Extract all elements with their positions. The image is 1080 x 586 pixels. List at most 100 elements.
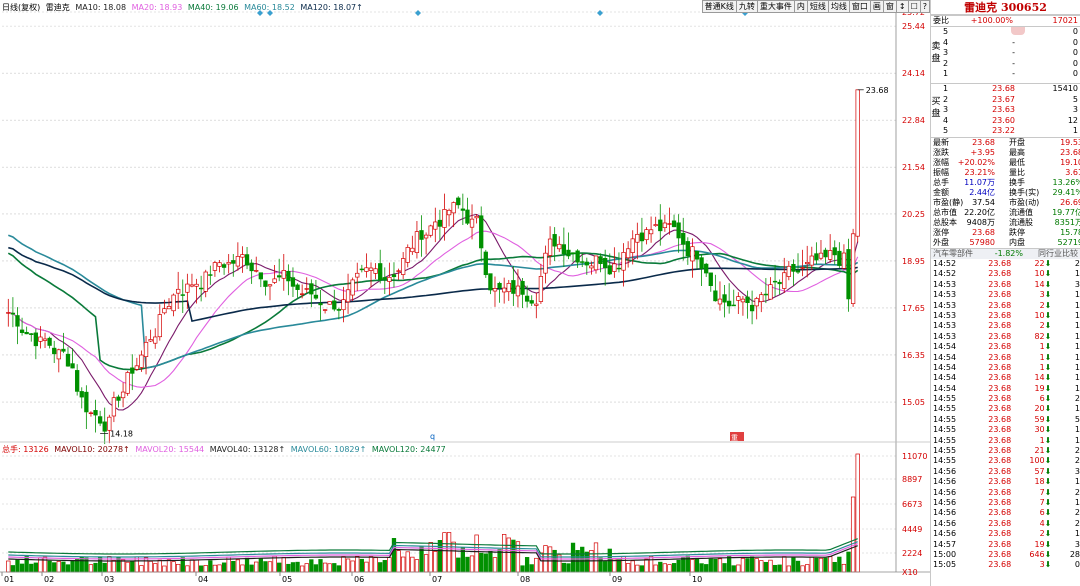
tick-time: 14:53 (933, 279, 957, 289)
volume-bar (717, 558, 723, 573)
sell-2-row[interactable]: 2-0 (931, 59, 1080, 70)
quote-label: 总市值 (933, 208, 957, 217)
buy-2-row[interactable]: 2 23.67 5 (931, 95, 1080, 106)
candle-body (584, 261, 589, 266)
major-event-button[interactable]: 重大事件 (756, 0, 795, 13)
candle-body (332, 300, 337, 310)
volume-bar (10, 565, 16, 573)
quote-label: 涨跌 (933, 148, 949, 157)
arrow-down-icon: ⬇ (1044, 466, 1052, 476)
inner-button[interactable]: 内 (793, 0, 808, 13)
tick-volume: 14 (1034, 373, 1045, 383)
candle-body (754, 298, 759, 307)
quote-value: 15.78 (1060, 228, 1080, 237)
volume-bar (616, 559, 622, 573)
candle-body (850, 233, 856, 304)
short-line-button[interactable]: 短线 (806, 0, 829, 13)
volume-bar (410, 556, 415, 573)
sector-compare-link[interactable]: 同行业比较 (1023, 249, 1080, 259)
ma10-line (8, 213, 859, 411)
volume-bar (327, 563, 332, 573)
tick-row: 14:52 23.68 10 ⬇ 1 (931, 269, 1080, 279)
sell-5-row[interactable]: 5-0 (931, 27, 1080, 38)
quote-value: 23.21% (964, 168, 995, 177)
volume-bar (446, 532, 452, 573)
tick-volume: 4 (1039, 518, 1045, 528)
volume-bar (423, 554, 429, 573)
candle-body (364, 267, 369, 272)
volume-bar (662, 563, 668, 573)
legend-mavol40: MAVOL40: 13128↑ (209, 445, 286, 454)
chart-pane[interactable]: 25.7225.4424.1422.8421.5420.2518.9517.65… (0, 0, 930, 586)
candle-body (625, 248, 631, 259)
time-tick-label: 01 (4, 575, 14, 584)
arrow-down-icon: ⬇ (1044, 373, 1052, 383)
candle-body (433, 221, 438, 230)
candle-body (648, 229, 654, 235)
buy-5-row[interactable]: 5 23.22 1 (931, 126, 1080, 137)
volume-bar (414, 559, 420, 573)
buy-3-row[interactable]: 3 23.63 3 (931, 105, 1080, 116)
nine-turn-button[interactable]: 九转 (735, 0, 758, 13)
high-label: 23.68 (866, 86, 889, 95)
tick-price: 23.68 (988, 310, 1012, 320)
candle-body (428, 225, 433, 236)
sell-4-row[interactable]: 4-0 (931, 38, 1080, 49)
tick-row: 14:55 23.68 6 ⬇ 2 (931, 394, 1080, 404)
volume-bar (433, 551, 438, 573)
main-legend: 日线(复权) 雷迪克 MA10: 18.08 MA20: 18.93 MA40:… (2, 2, 366, 13)
price-tick-label: 22.84 (902, 116, 925, 125)
tick-row: 14:53 23.68 2 ⬇ 1 (931, 301, 1080, 311)
buy-book: 买盘 1 23.68 15410 2 23.67 5 3 23.63 3 4 23.60 12 … (931, 83, 1080, 137)
sell-1-row[interactable]: 1-0 (931, 69, 1080, 80)
volume-bar (258, 558, 263, 573)
legend-mavol60: MAVOL60: 10829↑ (290, 445, 367, 454)
quote-value: 3.61 (1065, 168, 1080, 177)
tick-price: 23.68 (988, 269, 1012, 279)
quote-label: 总股本 (933, 218, 957, 227)
quote-value: 13.26% (1052, 178, 1080, 187)
tick-price: 23.68 (988, 529, 1012, 539)
tick-count: 1 (1074, 529, 1080, 539)
help-icon[interactable]: ? (919, 0, 930, 13)
volume-bar (566, 563, 571, 573)
tick-volume: 57 (1034, 466, 1045, 476)
candle-body (350, 279, 355, 296)
pane-button[interactable]: 窗 (882, 0, 897, 13)
draw-button[interactable]: 画 (869, 0, 884, 13)
buy-1-row[interactable]: 1 23.68 15410 (931, 84, 1080, 95)
quote-value: 22.20亿 (964, 208, 995, 217)
kline-chart[interactable]: 25.7225.4424.1422.8421.5420.2518.9517.65… (0, 0, 930, 586)
window-button[interactable]: 窗口 (848, 0, 871, 13)
candle-body (355, 272, 360, 278)
candle-body (277, 275, 282, 278)
tick-count: 3 (1074, 279, 1080, 289)
candle-body (740, 298, 746, 303)
volume-bar (322, 562, 328, 573)
volume-bar (318, 559, 323, 573)
tick-row: 14:53 23.68 14 ⬇ 3 (931, 280, 1080, 290)
volume-bar (488, 550, 493, 573)
sell-3-row[interactable]: 3-0 (931, 48, 1080, 59)
buy-4-row[interactable]: 4 23.60 12 (931, 116, 1080, 127)
sector-bar[interactable]: 汽车零部件 -1.82% 同行业比较 (931, 248, 1080, 259)
volume-bar (235, 559, 241, 573)
price-tick-label: 20.25 (902, 210, 925, 219)
candle-body (295, 284, 300, 290)
volume-bar (290, 562, 296, 573)
tick-volume: 1 (1039, 362, 1045, 372)
tick-list[interactable]: 14:52 23.68 22 ⬇ 2 14:52 23.68 10 ⬇ 1 14:53 23.68 14… (931, 259, 1080, 571)
tick-count: 1 (1074, 342, 1080, 352)
tick-time: 14:53 (933, 310, 957, 320)
ma-line-button[interactable]: 均线 (827, 0, 850, 13)
candle-body (391, 274, 397, 278)
legend-mavol10: MAVOL10: 20278↑ (54, 445, 130, 454)
tick-volume: 6 (1039, 508, 1045, 518)
volume-bar (139, 565, 144, 573)
volume-bar (286, 563, 291, 573)
quote-panel: 雷迪克 300652 委比 +100.00% 17021 卖盘 5-0 4-0 … (930, 0, 1080, 586)
tick-count: 1 (1074, 383, 1080, 393)
arrow-down-icon: ⬇ (1044, 300, 1052, 310)
kline-type-button[interactable]: 普通K线 (701, 0, 737, 13)
tick-volume: 18 (1034, 477, 1045, 487)
